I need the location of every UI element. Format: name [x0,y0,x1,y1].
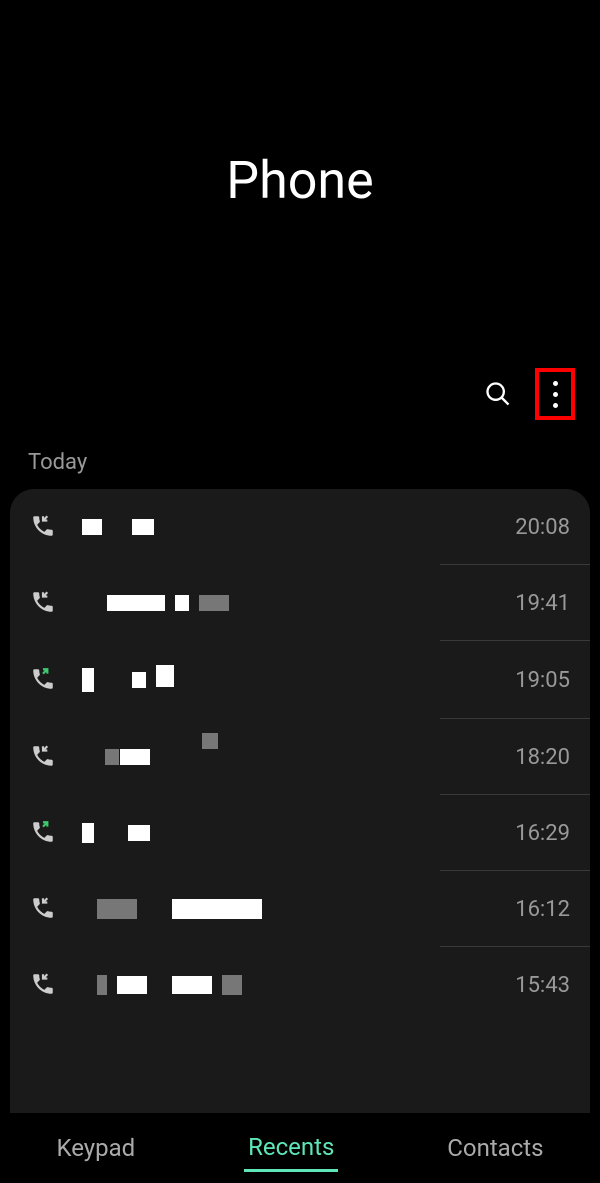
contact-name-redacted [82,975,499,995]
tab-keypad[interactable]: Keypad [52,1126,139,1170]
call-time: 19:41 [515,591,570,616]
bottom-navigation: Keypad Recents Contacts [0,1113,600,1183]
more-options-button[interactable] [535,368,575,420]
toolbar [483,368,575,420]
search-icon [484,380,512,408]
call-log-item[interactable]: 15:43 [10,947,590,1023]
call-time: 16:29 [515,821,570,846]
call-log-item[interactable]: 19:05 [10,641,590,719]
call-log-item[interactable]: 19:41 [10,565,590,641]
call-log-item[interactable]: 16:29 [10,795,590,871]
tab-recents[interactable]: Recents [244,1125,338,1172]
call-time: 18:20 [515,745,570,770]
call-time: 20:08 [515,515,570,540]
incoming-call-icon [30,513,58,541]
incoming-call-icon [30,743,58,771]
contact-name-redacted [82,665,499,695]
contact-name-redacted [82,519,499,535]
call-log-list: 20:08 19:41 19:05 [10,489,590,1119]
outgoing-call-icon [30,666,58,694]
call-log-item[interactable]: 20:08 [10,489,590,565]
page-title: Phone [226,150,373,211]
incoming-call-icon [30,971,58,999]
call-log-item[interactable]: 16:12 [10,871,590,947]
contact-name-redacted [82,749,499,765]
call-time: 19:05 [515,668,570,693]
call-log-item[interactable]: 18:20 [10,719,590,795]
contact-name-redacted [82,899,499,919]
outgoing-call-icon [30,819,58,847]
app-header: Phone [0,0,600,380]
incoming-call-icon [30,589,58,617]
contact-name-redacted [82,823,499,843]
more-vertical-icon [553,381,558,408]
call-time: 16:12 [515,897,570,922]
call-time: 15:43 [515,973,570,998]
search-button[interactable] [483,379,513,409]
incoming-call-icon [30,895,58,923]
contact-name-redacted [82,595,499,611]
tab-contacts[interactable]: Contacts [443,1126,547,1170]
